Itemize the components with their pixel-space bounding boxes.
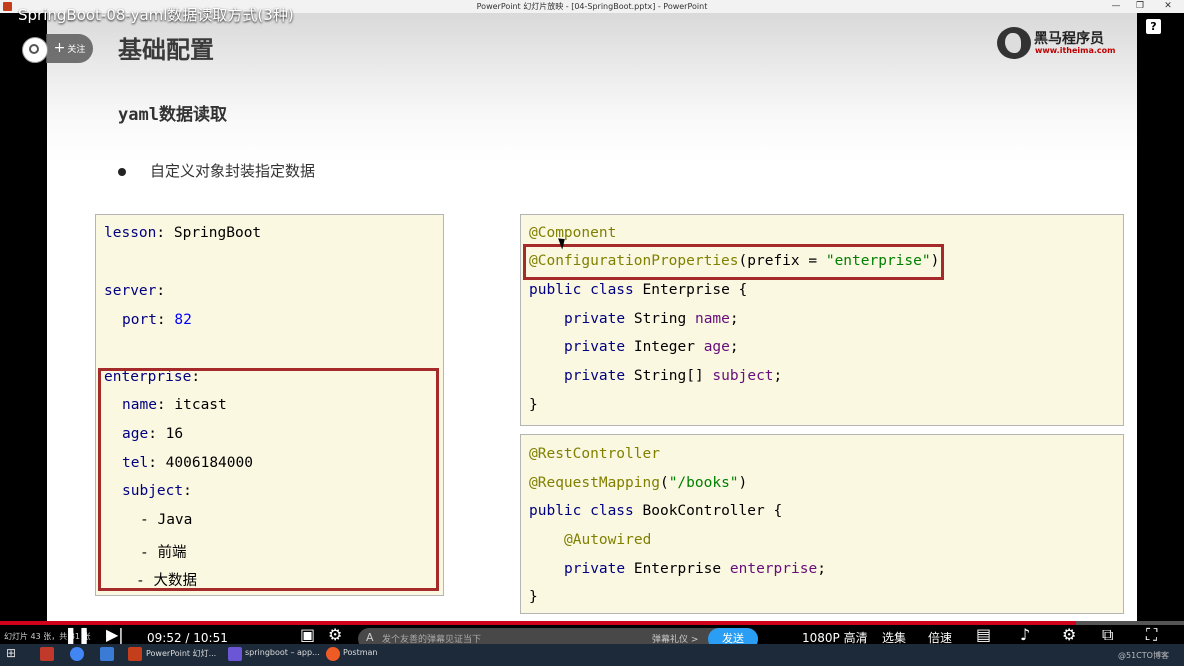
highlight-box-yaml (98, 368, 439, 591)
yaml-line: port: 82 (122, 312, 192, 328)
danmu-settings-icon[interactable]: ⚙ (328, 627, 342, 643)
code-line: @Component (529, 225, 617, 241)
idea-icon[interactable] (228, 647, 242, 661)
danmu-style-icon[interactable]: A (366, 631, 374, 644)
code-line: private Enterprise enterprise; (564, 561, 826, 577)
logo-text: 黑马程序员 (1034, 31, 1104, 47)
minimize-icon[interactable]: — (1104, 0, 1128, 13)
bullet-text: 自定义对象封装指定数据 (150, 162, 316, 180)
episodes-button[interactable]: 选集 (882, 631, 906, 645)
bullet-item: 自定义对象封装指定数据 (118, 160, 315, 181)
follow-button[interactable]: + 关注 (46, 34, 93, 63)
code-line: @RequestMapping("/books") (529, 475, 748, 491)
taskbar-item[interactable]: springboot – app... (245, 648, 320, 657)
quality-button[interactable]: 1080P 高清 (802, 631, 868, 645)
code-line: @RestController (529, 446, 660, 462)
taskbar-item[interactable]: PowerPoint 幻灯... (146, 648, 216, 659)
page-title: 基础配置 (118, 36, 214, 64)
help-icon[interactable]: ? (1146, 19, 1161, 34)
follow-label: 关注 (67, 45, 86, 55)
time-total: 10:51 (193, 631, 228, 645)
close-icon[interactable]: ✕ (1156, 0, 1180, 13)
video-title: SpringBoot-08-yaml数据读取方式(3种) (18, 6, 294, 24)
code-line: } (529, 397, 538, 413)
postman-icon[interactable] (326, 647, 340, 661)
code-line: @Autowired (564, 532, 652, 548)
pause-icon[interactable]: ❚❚ (64, 627, 91, 643)
watermark: @51CTO博客 (1118, 651, 1169, 660)
volume-icon[interactable]: ♪ (1020, 627, 1030, 643)
code-line: private Integer age; (564, 339, 739, 355)
progress-fill (0, 621, 1077, 625)
explorer-icon[interactable] (100, 647, 114, 661)
controller-code-box: @RestController @RequestMapping("/books"… (520, 434, 1124, 614)
code-line: private String name; (564, 311, 739, 327)
restore-icon[interactable]: ❐ (1128, 0, 1152, 13)
danmu-toggle-icon[interactable]: ▣ (300, 627, 315, 643)
subtitle-icon[interactable]: ▤ (976, 627, 991, 643)
code-line: } (529, 589, 538, 605)
powerpoint-taskbar-icon[interactable] (128, 647, 142, 661)
avatar[interactable] (22, 37, 48, 63)
yaml-line: server: (104, 283, 166, 299)
taskbar-item[interactable]: Postman (343, 648, 378, 657)
code-line: private String[] subject; (564, 368, 783, 384)
slide-subtitle: yaml数据读取 (118, 105, 227, 125)
windows-start-icon[interactable]: ⊞ (6, 646, 16, 660)
fullscreen-icon[interactable]: ⛶ (1146, 627, 1157, 643)
code-line: public class BookController { (529, 503, 783, 519)
logo-url: www.itheima.com (1035, 46, 1116, 55)
time-display: 09:52 / 10:51 (147, 631, 228, 645)
progress-bar[interactable] (0, 621, 1184, 625)
app-icon[interactable] (40, 647, 54, 661)
yaml-line: lesson: SpringBoot (104, 225, 262, 241)
speed-button[interactable]: 倍速 (928, 631, 952, 645)
browser-icon[interactable] (70, 647, 84, 661)
highlight-box-annotation (523, 244, 944, 280)
settings-icon[interactable]: ⚙ (1062, 627, 1076, 643)
next-icon[interactable]: ▶| (106, 627, 124, 643)
time-current: 09:52 (147, 631, 182, 645)
pip-icon[interactable]: ⧉ (1102, 627, 1113, 643)
horse-logo-icon (997, 27, 1031, 59)
bullet-dot-icon (118, 167, 126, 176)
code-line: public class Enterprise { (529, 282, 748, 298)
